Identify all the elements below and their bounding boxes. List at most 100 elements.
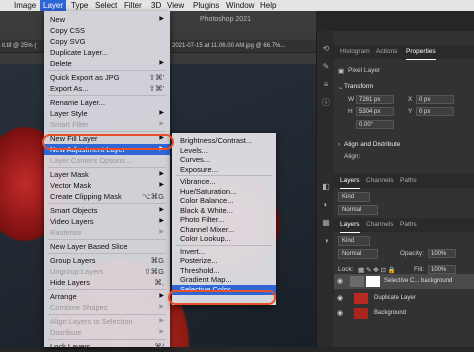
brush-icon[interactable]: ✎ xyxy=(320,61,332,73)
layer-row-duplicate[interactable]: ◉ Duplicate Layer xyxy=(334,291,474,306)
properties-icon[interactable]: ≡ xyxy=(320,79,332,91)
layers-icon[interactable]: ◧ xyxy=(320,181,332,193)
app-title: Photoshop 2021 xyxy=(200,16,251,23)
color-icon[interactable]: ◐ xyxy=(320,199,332,211)
menu-separator xyxy=(48,167,166,168)
menu-separator xyxy=(48,314,166,315)
layer-menu-item-copy-css[interactable]: Copy CSS xyxy=(44,25,170,36)
menu-item-label: Curves... xyxy=(180,155,211,164)
menu-item-label: Smart Objects xyxy=(50,206,98,215)
lock-icons[interactable]: ▩ ✎ ✥ ⊡ 🔒 xyxy=(358,266,396,274)
menu-layer[interactable]: Layer xyxy=(40,0,67,11)
adjustment-item-threshold[interactable]: Threshold... xyxy=(172,266,276,276)
y-label: Y xyxy=(408,108,413,115)
menu-separator xyxy=(48,289,166,290)
adjustment-item-color-lookup[interactable]: Color Lookup... xyxy=(172,234,276,244)
info-icon[interactable]: ⓘ xyxy=(320,97,332,109)
submenu-arrow-icon: ▶ xyxy=(159,110,164,116)
layer-row-selective-color[interactable]: ◉ Selective C... background xyxy=(334,274,474,289)
menu-select[interactable]: Select xyxy=(95,0,117,11)
menu-plugins[interactable]: Plugins xyxy=(193,0,219,11)
adjustment-item-channel-mixer[interactable]: Channel Mixer... xyxy=(172,225,276,235)
layer-menu-item-duplicate-layer[interactable]: Duplicate Layer... xyxy=(44,47,170,58)
menu-item-label: Brightness/Contrast... xyxy=(180,136,253,145)
menu-type[interactable]: Type xyxy=(71,0,88,11)
tab-histogram[interactable]: Histogram xyxy=(340,45,370,59)
adjustment-item-curves[interactable]: Curves... xyxy=(172,155,276,165)
layer-menu-item-quick-export-as-jpg[interactable]: Quick Export as JPG ⇧⌘' xyxy=(44,72,170,83)
tab-paths-1[interactable]: Paths xyxy=(400,174,417,188)
layer-menu-item-layer-style[interactable]: Layer Style ▶ xyxy=(44,108,170,119)
history-icon[interactable]: ⟲ xyxy=(320,43,332,55)
opacity-field[interactable]: 100% xyxy=(428,249,456,258)
adjustment-item-invert[interactable]: Invert... xyxy=(172,247,276,257)
eye-icon[interactable]: ◉ xyxy=(337,274,343,289)
adjustment-item-photo-filter[interactable]: Photo Filter... xyxy=(172,215,276,225)
menu-bar: Image Layer Type Select Filter 3D View P… xyxy=(0,0,474,11)
menu-item-shortcut: ⇧⌘' xyxy=(148,84,164,93)
layer-menu-item-new[interactable]: New ▶ xyxy=(44,14,170,25)
layer-menu-item-create-clipping-mask[interactable]: Create Clipping Mask ⌥⌘G xyxy=(44,191,170,202)
menu-item-label: Align Layers to Selection xyxy=(50,317,133,326)
menu-item-label: Layer Style xyxy=(50,109,88,118)
menu-3d[interactable]: 3D xyxy=(151,0,161,11)
tab-layers-2[interactable]: Layers xyxy=(340,218,360,233)
layer-row-background[interactable]: ◉ Background xyxy=(334,306,474,321)
adjust-icon[interactable]: ◑ xyxy=(320,235,332,247)
adjustment-item-exposure[interactable]: Exposure... xyxy=(172,165,276,175)
kind-filter-1[interactable]: Kind xyxy=(338,192,370,202)
x-field[interactable]: 0 px xyxy=(416,95,454,104)
adjustment-item-gradient-map[interactable]: Gradient Map... xyxy=(172,275,276,285)
kind-filter-2[interactable]: Kind xyxy=(338,236,370,246)
eye-icon[interactable]: ◉ xyxy=(337,291,343,306)
adjustment-item-color-balance[interactable]: Color Balance... xyxy=(172,196,276,206)
adjustment-item-levels[interactable]: Levels... xyxy=(172,146,276,156)
tab-channels-2[interactable]: Channels xyxy=(366,218,393,232)
adjustment-item-black-white[interactable]: Black & White... xyxy=(172,206,276,216)
submenu-arrow-icon: ▶ xyxy=(159,121,164,127)
swatches-icon[interactable]: ▦ xyxy=(320,217,332,229)
tab-channels-1[interactable]: Channels xyxy=(366,174,393,188)
adjustment-item-hue-saturation[interactable]: Hue/Saturation... xyxy=(172,187,276,197)
fill-field[interactable]: 100% xyxy=(428,265,456,274)
layer-menu-item-new-layer-based-slice[interactable]: New Layer Based Slice xyxy=(44,241,170,252)
layer-menu-item-export-as[interactable]: Export As... ⇧⌘' xyxy=(44,83,170,94)
adjustment-item-posterize[interactable]: Posterize... xyxy=(172,256,276,266)
layer-menu-item-copy-svg[interactable]: Copy SVG xyxy=(44,36,170,47)
submenu-arrow-icon: ▶ xyxy=(159,229,164,235)
layer-menu-item-vector-mask[interactable]: Vector Mask ▶ xyxy=(44,180,170,191)
tab-actions[interactable]: Actions xyxy=(376,45,397,59)
menu-window[interactable]: Window xyxy=(226,0,254,11)
angle-field[interactable]: 0.00° xyxy=(356,120,394,129)
layer-menu-item-delete[interactable]: Delete ▶ xyxy=(44,58,170,69)
menu-filter[interactable]: Filter xyxy=(124,0,142,11)
eye-icon[interactable]: ◉ xyxy=(337,306,343,321)
doc-tab-1[interactable]: it.tif @ 25% ( xyxy=(2,40,36,52)
layer-name: Selective C... background xyxy=(384,278,453,284)
blend-mode-select-2[interactable]: Normal xyxy=(338,249,378,259)
menu-help[interactable]: Help xyxy=(260,0,276,11)
doc-tab-2[interactable]: 2021-07-15 at 11.06.00 AM.jpg @ 66.7%... xyxy=(172,40,285,52)
menu-image[interactable]: Image xyxy=(14,0,36,11)
adjustment-item-vibrance[interactable]: Vibrance... xyxy=(172,177,276,187)
tab-properties[interactable]: Properties xyxy=(406,45,436,60)
menu-separator xyxy=(48,239,166,240)
layer-menu-item-smart-objects[interactable]: Smart Objects ▶ xyxy=(44,205,170,216)
height-field[interactable]: 5304 px xyxy=(356,107,394,116)
layer-menu-item-group-layers[interactable]: Group Layers ⌘G xyxy=(44,255,170,266)
adjustment-item-brightness-contrast[interactable]: Brightness/Contrast... xyxy=(172,136,276,146)
layer-menu-item-hide-layers[interactable]: Hide Layers ⌘, xyxy=(44,277,170,288)
blend-mode-select-1[interactable]: Normal xyxy=(338,205,378,215)
menu-view[interactable]: View xyxy=(167,0,184,11)
menu-separator xyxy=(48,339,166,340)
layer-menu-item-rename-layer[interactable]: Rename Layer... xyxy=(44,97,170,108)
menu-item-label: Distribute xyxy=(50,328,82,337)
y-field[interactable]: 0 px xyxy=(416,107,454,116)
layer-menu-item-video-layers[interactable]: Video Layers ▶ xyxy=(44,216,170,227)
tab-layers-1[interactable]: Layers xyxy=(340,174,360,189)
layer-menu-item-layer-mask[interactable]: Layer Mask ▶ xyxy=(44,169,170,180)
menu-item-label: Hue/Saturation... xyxy=(180,186,237,196)
tab-paths-2[interactable]: Paths xyxy=(400,218,417,232)
width-field[interactable]: 7281 px xyxy=(356,95,394,104)
layer-menu-item-arrange[interactable]: Arrange ▶ xyxy=(44,291,170,302)
